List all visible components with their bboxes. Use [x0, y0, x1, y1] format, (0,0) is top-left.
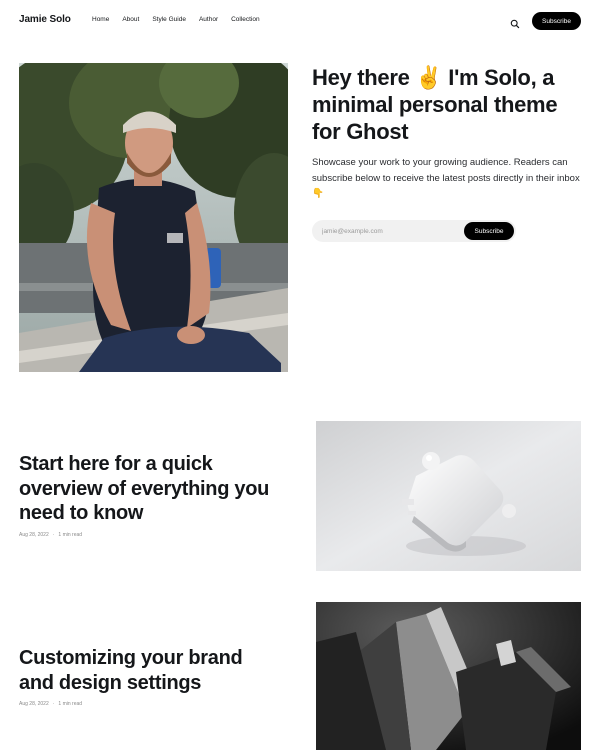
nav-item-style-guide[interactable]: Style Guide [152, 16, 186, 23]
author-photo [19, 63, 288, 372]
form-subscribe-button[interactable]: Subscribe [464, 222, 514, 240]
hero-title: Hey there ✌️ I'm Solo, a minimal persona… [312, 65, 558, 144]
nav-item-home[interactable]: Home [92, 16, 109, 23]
search-icon[interactable] [510, 16, 520, 29]
site-header: Jamie Solo Home About Style Guide Author… [0, 0, 600, 42]
meta-separator: · [52, 701, 55, 707]
meta-separator: · [52, 532, 55, 538]
post-reading-time: 1 min read [58, 701, 83, 707]
post-meta: Aug 28, 2022 · 1 min read [19, 532, 82, 538]
post-reading-time: 1 min read [58, 532, 83, 538]
main-nav: Home About Style Guide Author Collection [92, 16, 273, 23]
post-date: Aug 28, 2022 [19, 532, 49, 538]
nav-item-about[interactable]: About [122, 16, 139, 23]
nav-item-author[interactable]: Author [199, 16, 218, 23]
post-date: Aug 28, 2022 [19, 701, 49, 707]
hero-description: Showcase your work to your growing audie… [312, 157, 580, 199]
post-title[interactable]: Customizing your brand and design settin… [19, 646, 279, 695]
site-logo[interactable]: Jamie Solo [19, 14, 71, 25]
subscribe-form: Subscribe [312, 220, 516, 242]
post-meta: Aug 28, 2022 · 1 min read [19, 701, 82, 707]
post-image[interactable] [316, 602, 581, 750]
email-input[interactable] [322, 225, 462, 237]
nav-item-collection[interactable]: Collection [231, 16, 260, 23]
post-image[interactable] [316, 421, 581, 571]
post-title[interactable]: Start here for a quick overview of every… [19, 452, 279, 526]
header-subscribe-button[interactable]: Subscribe [532, 12, 581, 30]
